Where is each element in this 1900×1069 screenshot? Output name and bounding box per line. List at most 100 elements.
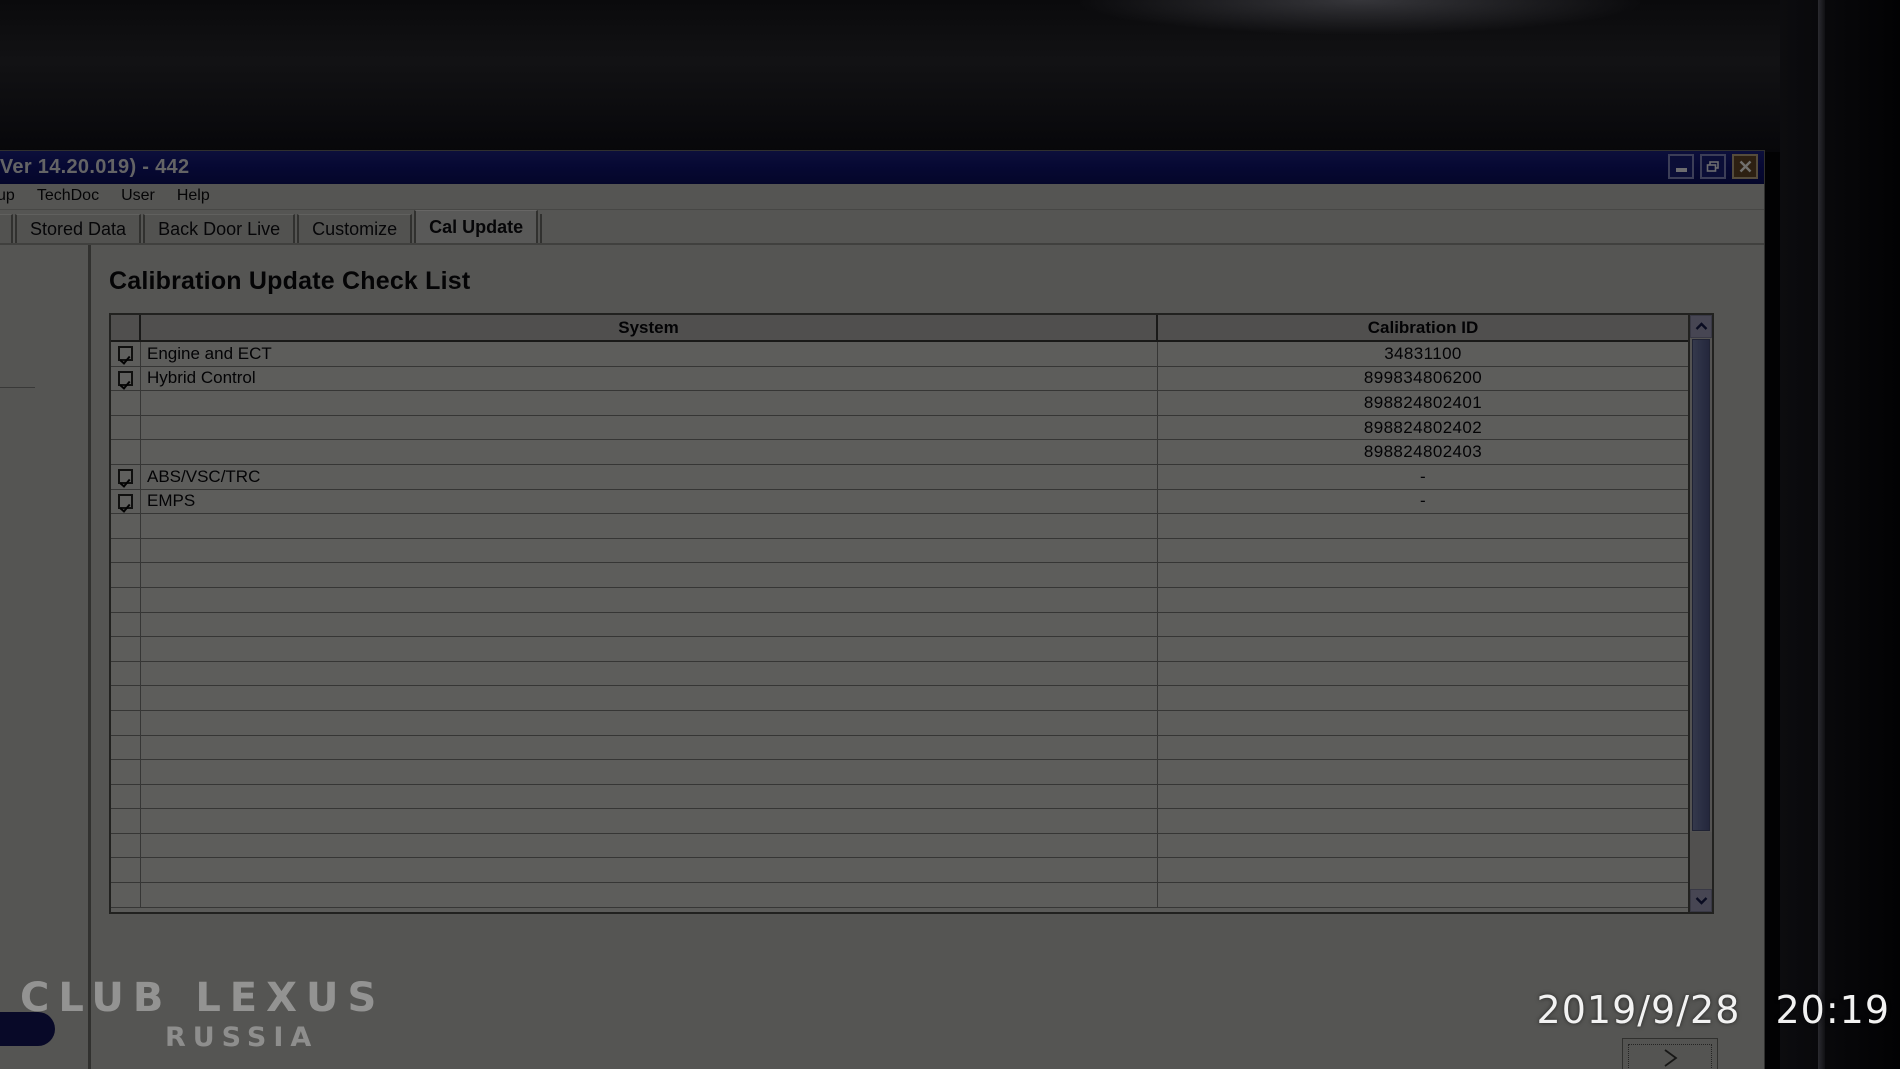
row-checkbox-cell[interactable] <box>111 883 141 907</box>
table-row[interactable] <box>111 686 1688 711</box>
tab-connect[interactable]: ect <box>0 214 14 243</box>
tab-cal-update[interactable]: Cal Update <box>414 210 539 243</box>
table-row[interactable] <box>111 612 1688 638</box>
scrollbar-track[interactable] <box>1690 832 1712 889</box>
table-row[interactable] <box>111 735 1688 761</box>
table-row[interactable]: EMPS - <box>111 489 1688 515</box>
table-header-calibration-id[interactable]: Calibration ID <box>1158 315 1688 340</box>
row-checkbox-cell[interactable] <box>111 440 141 464</box>
restore-button[interactable] <box>1700 154 1726 179</box>
row-system-cell <box>141 686 1158 710</box>
sidebar-divider <box>0 387 35 388</box>
row-checkbox-cell[interactable] <box>111 514 141 538</box>
table-row[interactable] <box>111 661 1688 687</box>
page-title: Calibration Update Check List <box>109 267 471 295</box>
row-calibration-id-cell <box>1158 858 1688 883</box>
chevron-down-icon <box>1695 897 1707 905</box>
menu-item-setup[interactable]: Setup <box>0 185 27 208</box>
tab-customize[interactable]: Customize <box>297 214 413 243</box>
close-button[interactable] <box>1732 154 1758 179</box>
row-system-cell <box>141 514 1158 538</box>
row-checkbox-cell[interactable] <box>111 710 141 735</box>
row-checkbox-cell[interactable] <box>111 784 141 809</box>
row-checkbox-cell[interactable] <box>111 587 141 612</box>
menu-item-help[interactable]: Help <box>167 185 222 208</box>
row-checkbox-cell[interactable] <box>111 760 141 784</box>
table-rows[interactable]: Engine and ECT 34831100 Hybrid Control 8998… <box>111 342 1688 912</box>
window-body: nu rint Calibration Update Check List Sy… <box>0 245 1764 1069</box>
row-checkbox-cell[interactable] <box>111 342 141 366</box>
table-header-system[interactable]: System <box>141 315 1158 340</box>
table-header-checkbox-col <box>111 315 141 340</box>
row-calibration-id-cell <box>1158 833 1688 858</box>
table-row[interactable] <box>111 538 1688 564</box>
table-row[interactable] <box>111 637 1688 662</box>
table-body-wrap: System Calibration ID Engine and ECT 3483… <box>111 315 1688 912</box>
table-row[interactable] <box>111 563 1688 588</box>
row-checkbox-cell[interactable] <box>111 563 141 587</box>
table-row[interactable] <box>111 514 1688 539</box>
row-checkbox-cell[interactable] <box>111 366 141 391</box>
minimize-button[interactable] <box>1668 154 1694 179</box>
table-row[interactable]: 898824802402 <box>111 415 1688 441</box>
row-calibration-id-cell <box>1158 563 1688 587</box>
row-system-cell <box>141 440 1158 464</box>
row-calibration-id-cell: - <box>1158 464 1688 489</box>
table-row[interactable] <box>111 784 1688 810</box>
row-checkbox-cell[interactable] <box>111 391 141 415</box>
tab-stored-data[interactable]: Stored Data <box>15 214 142 243</box>
table-row[interactable]: 898824802403 <box>111 440 1688 465</box>
row-checkbox-cell[interactable] <box>111 686 141 710</box>
menu-item-techdoc[interactable]: TechDoc <box>27 185 111 208</box>
row-checkbox-cell[interactable] <box>111 612 141 637</box>
row-checkbox-cell[interactable] <box>111 809 141 833</box>
row-checkbox-cell[interactable] <box>111 637 141 661</box>
checkbox-checked-icon[interactable] <box>118 370 133 386</box>
timestamp-date: 2019/9/28 <box>1536 988 1741 1032</box>
tabstrip: ect Stored Data Back Door Live Customize… <box>0 210 1764 245</box>
checkbox-checked-icon[interactable] <box>118 493 133 509</box>
scroll-up-button[interactable] <box>1690 315 1712 338</box>
timestamp-time: 20:19 <box>1775 988 1890 1032</box>
table-row[interactable]: Engine and ECT 34831100 <box>111 342 1688 367</box>
table-row[interactable] <box>111 858 1688 884</box>
row-checkbox-cell[interactable] <box>111 464 141 489</box>
table-row[interactable]: ABS/VSC/TRC - <box>111 464 1688 490</box>
table-row[interactable] <box>111 710 1688 736</box>
row-calibration-id-cell <box>1158 809 1688 833</box>
row-checkbox-cell[interactable] <box>111 661 141 686</box>
row-checkbox-cell[interactable] <box>111 735 141 760</box>
scrollbar-thumb[interactable] <box>1692 339 1710 831</box>
row-system-cell <box>141 661 1158 686</box>
table-row[interactable] <box>111 809 1688 834</box>
row-system-cell <box>141 587 1158 612</box>
row-checkbox-cell[interactable] <box>111 489 141 514</box>
row-system-cell: ABS/VSC/TRC <box>141 464 1158 489</box>
row-checkbox-cell[interactable] <box>111 858 141 883</box>
menu-item-user[interactable]: User <box>111 185 167 208</box>
row-checkbox-cell[interactable] <box>111 415 141 440</box>
row-checkbox-cell[interactable] <box>111 833 141 858</box>
checkbox-checked-icon[interactable] <box>118 469 133 485</box>
row-calibration-id-cell <box>1158 784 1688 809</box>
scroll-down-button[interactable] <box>1690 889 1712 912</box>
table-row[interactable]: Hybrid Control 899834806200 <box>111 366 1688 392</box>
photograph-of-monitor: m (Ver 14.20.019) - 442 <box>0 0 1900 1069</box>
table-row[interactable] <box>111 760 1688 785</box>
tab-back-door-live[interactable]: Back Door Live <box>143 214 296 243</box>
table-vertical-scrollbar[interactable] <box>1688 315 1712 912</box>
window-controls <box>1668 154 1758 179</box>
row-calibration-id-cell <box>1158 587 1688 612</box>
table-row[interactable] <box>111 833 1688 859</box>
row-system-cell <box>141 833 1158 858</box>
checkbox-checked-icon[interactable] <box>118 346 133 362</box>
print-button[interactable]: rint <box>0 1012 55 1046</box>
next-button[interactable] <box>1622 1038 1718 1069</box>
bezel-glare <box>1080 0 1640 34</box>
table-row[interactable] <box>111 883 1688 908</box>
row-system-cell <box>141 391 1158 415</box>
table-row[interactable] <box>111 587 1688 613</box>
row-checkbox-cell[interactable] <box>111 538 141 563</box>
table-row[interactable]: 898824802401 <box>111 391 1688 416</box>
row-calibration-id-cell: 898824802402 <box>1158 415 1688 440</box>
